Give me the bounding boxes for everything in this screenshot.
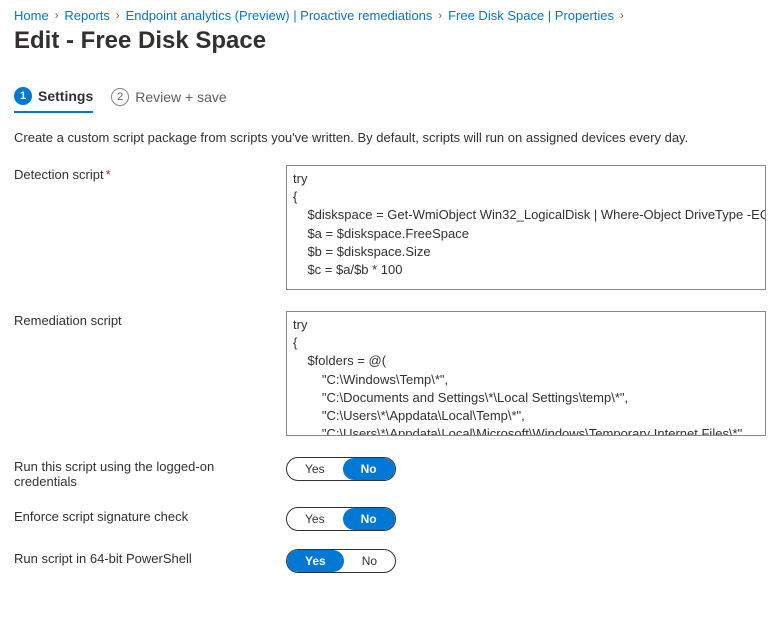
toggle-yes[interactable]: Yes xyxy=(287,458,343,480)
step-number: 2 xyxy=(111,88,129,106)
toggle-yes[interactable]: Yes xyxy=(287,508,343,530)
logged-on-credentials-label: Run this script using the logged-on cred… xyxy=(14,457,274,489)
tab-label: Review + save xyxy=(135,89,226,105)
chevron-right-icon: › xyxy=(620,10,624,22)
breadcrumb: Home › Reports › Endpoint analytics (Pre… xyxy=(14,8,765,23)
chevron-right-icon: › xyxy=(116,10,120,22)
chevron-right-icon: › xyxy=(438,10,442,22)
logged-on-credentials-toggle[interactable]: Yes No xyxy=(286,457,396,481)
wizard-tabs: 1 Settings 2 Review + save xyxy=(14,83,765,114)
toggle-yes[interactable]: Yes xyxy=(287,550,344,572)
detection-script-textarea[interactable] xyxy=(286,165,766,290)
remediation-script-label: Remediation script xyxy=(14,311,274,328)
page-title: Edit - Free Disk Space xyxy=(14,27,765,55)
tab-settings[interactable]: 1 Settings xyxy=(14,83,93,113)
toggle-no[interactable]: No xyxy=(344,550,395,572)
breadcrumb-reports[interactable]: Reports xyxy=(64,8,110,23)
signature-check-toggle[interactable]: Yes No xyxy=(286,507,396,531)
tab-label: Settings xyxy=(38,88,93,104)
chevron-right-icon: › xyxy=(55,10,59,22)
page-description: Create a custom script package from scri… xyxy=(14,130,765,145)
step-number: 1 xyxy=(14,87,32,105)
breadcrumb-free-disk-space[interactable]: Free Disk Space | Properties xyxy=(448,8,614,23)
tab-review-save[interactable]: 2 Review + save xyxy=(111,83,226,113)
required-marker: * xyxy=(106,167,111,182)
signature-check-label: Enforce script signature check xyxy=(14,507,274,524)
remediation-script-textarea[interactable] xyxy=(286,311,766,436)
breadcrumb-endpoint-analytics[interactable]: Endpoint analytics (Preview) | Proactive… xyxy=(126,8,433,23)
x64-powershell-toggle[interactable]: Yes No xyxy=(286,549,396,573)
toggle-no[interactable]: No xyxy=(343,508,395,530)
toggle-no[interactable]: No xyxy=(343,458,395,480)
detection-script-label: Detection script* xyxy=(14,165,274,182)
x64-powershell-label: Run script in 64-bit PowerShell xyxy=(14,549,274,566)
breadcrumb-home[interactable]: Home xyxy=(14,8,49,23)
